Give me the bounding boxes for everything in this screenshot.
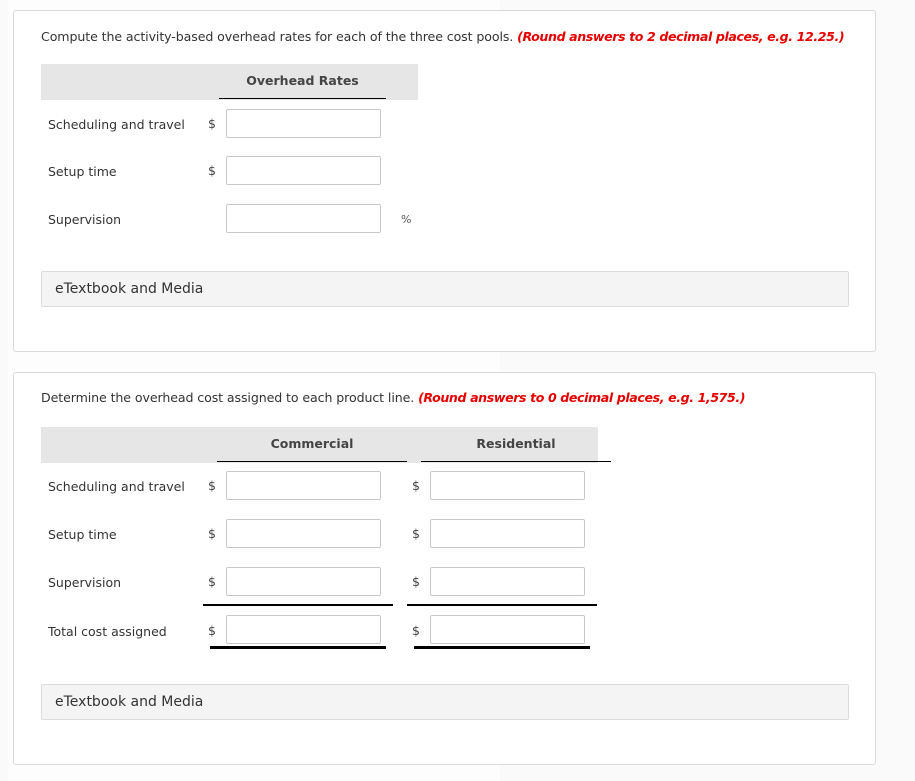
overhead-rate-setup-input[interactable] [226, 156, 381, 185]
question-part-cost-assigned: Determine the overhead cost assigned to … [13, 372, 876, 765]
row-label-scheduling-and-travel: Scheduling and travel [48, 117, 185, 132]
dollar-sign: $ [208, 478, 216, 493]
row-label-supervision: Supervision [48, 575, 122, 590]
dollar-sign: $ [412, 623, 420, 638]
table-header: Commercial Residential [41, 427, 611, 463]
total-double-rule-commercial [210, 646, 386, 649]
dollar-sign: $ [412, 478, 420, 493]
residential-scheduling-input[interactable] [430, 471, 585, 500]
row-label-scheduling-and-travel: Scheduling and travel [48, 479, 185, 494]
percent-sign: % [401, 213, 412, 226]
dollar-sign: $ [208, 623, 216, 638]
commercial-setup-input[interactable] [226, 519, 381, 548]
dollar-sign: $ [208, 526, 216, 541]
commercial-total-input[interactable] [226, 615, 381, 644]
column-header-commercial: Commercial [217, 427, 407, 462]
row-label-total-cost-assigned: Total cost assigned [48, 624, 167, 639]
rounding-hint: (Round answers to 2 decimal places, e.g.… [517, 29, 845, 44]
subtotal-rule-residential [407, 604, 597, 606]
commercial-supervision-input[interactable] [226, 567, 381, 596]
rounding-hint: (Round answers to 0 decimal places, e.g.… [418, 390, 746, 405]
etextbook-and-media-button[interactable]: eTextbook and Media [41, 684, 849, 720]
residential-supervision-input[interactable] [430, 567, 585, 596]
question-prompt: Compute the activity-based overhead rate… [41, 29, 845, 44]
dollar-sign: $ [208, 116, 216, 131]
dollar-sign: $ [412, 526, 420, 541]
overhead-rate-supervision-input[interactable] [226, 204, 381, 233]
row-label-setup-time: Setup time [48, 527, 117, 542]
subtotal-rule-commercial [203, 604, 393, 606]
dollar-sign: $ [208, 163, 216, 178]
column-header-overhead-rates: Overhead Rates [219, 64, 386, 99]
total-double-rule-residential [414, 646, 590, 649]
question-prompt: Determine the overhead cost assigned to … [41, 390, 746, 405]
etextbook-and-media-button[interactable]: eTextbook and Media [41, 271, 849, 307]
dollar-sign: $ [412, 574, 420, 589]
residential-setup-input[interactable] [430, 519, 585, 548]
row-label-setup-time: Setup time [48, 164, 117, 179]
question-part-overhead-rates: Compute the activity-based overhead rate… [13, 10, 876, 352]
prompt-text: Compute the activity-based overhead rate… [41, 29, 514, 44]
dollar-sign: $ [208, 574, 216, 589]
commercial-scheduling-input[interactable] [226, 471, 381, 500]
prompt-text: Determine the overhead cost assigned to … [41, 390, 415, 405]
column-header-residential: Residential [421, 427, 611, 462]
residential-total-input[interactable] [430, 615, 585, 644]
row-label-supervision: Supervision [48, 212, 122, 227]
table-header: Overhead Rates [41, 64, 418, 100]
overhead-rate-scheduling-input[interactable] [226, 109, 381, 138]
